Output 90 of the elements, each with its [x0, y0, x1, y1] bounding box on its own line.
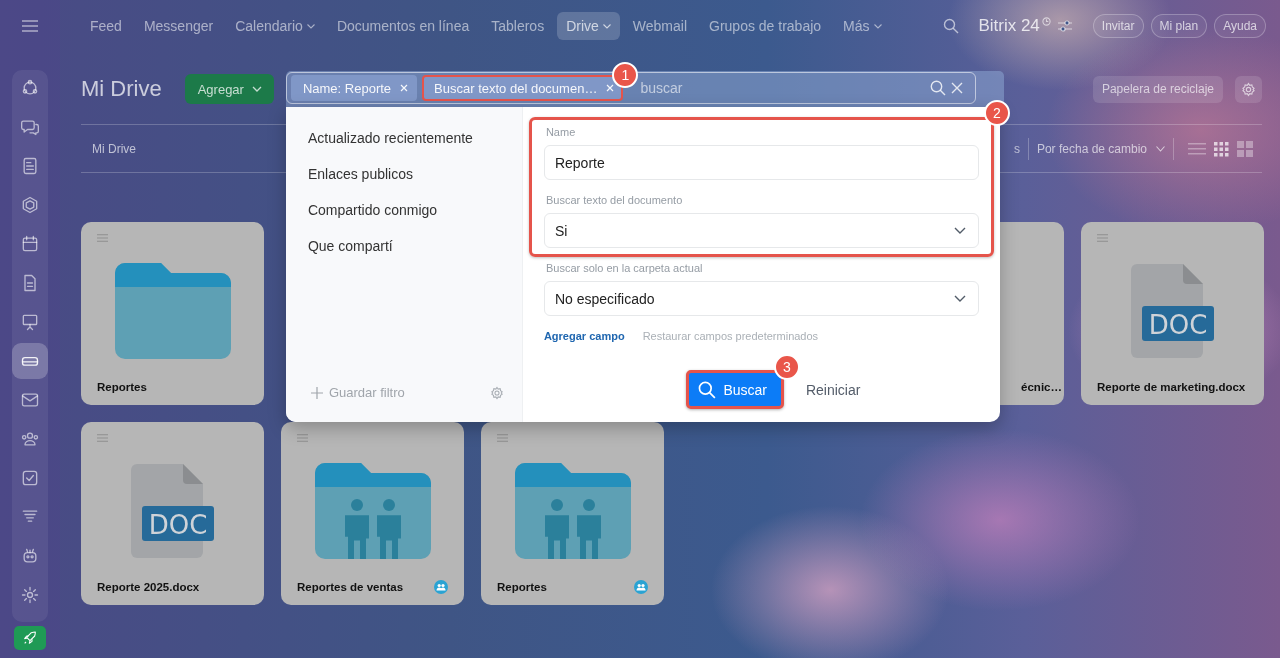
filter-preset[interactable]: Que compartí [307, 228, 522, 264]
file-name: Reportes de ventas [297, 581, 404, 593]
add-field-link[interactable]: Agregar campo [543, 330, 625, 342]
step-badge: 2 [983, 100, 1010, 126]
file-card[interactable]: Reportes [81, 222, 264, 405]
close-icon[interactable] [606, 84, 615, 92]
rocket-icon [22, 630, 38, 646]
field-label: Buscar texto del documento [545, 193, 684, 207]
file-card[interactable]: DOC Reporte 2025.docx [81, 422, 264, 605]
filter-preset[interactable]: Compartido conmigo [307, 192, 522, 228]
close-icon[interactable] [400, 84, 409, 92]
file-name: Reportes [497, 581, 547, 593]
file-name: Reporte 2025.docx [97, 581, 200, 593]
launch-button[interactable] [14, 626, 46, 650]
drag-handle-icon[interactable] [1097, 234, 1108, 242]
breadcrumb[interactable]: Mi Drive [92, 141, 136, 156]
page-title: Mi Drive [81, 76, 162, 102]
save-filter-link[interactable]: Guardar filtro [307, 385, 405, 400]
calendar-icon [20, 234, 40, 254]
nav-tab[interactable]: Calendario [235, 18, 315, 34]
select-value: No especificado [554, 290, 655, 307]
chevron-down-icon [953, 295, 966, 302]
search-input[interactable]: buscar [638, 79, 925, 97]
select-value: Si [554, 222, 568, 239]
file-name: écnic… [1021, 381, 1062, 393]
nav-tab[interactable]: Webmail [632, 18, 687, 34]
search-icon[interactable] [929, 80, 946, 96]
header-button[interactable]: Invitar [1092, 14, 1144, 38]
chip-label: Buscar texto del documen… [434, 80, 598, 96]
shared-folder-icon [314, 462, 431, 559]
text-field[interactable]: Reporte [543, 145, 979, 180]
field-label: Name [545, 125, 577, 139]
plus-icon [310, 386, 323, 399]
search-icon [698, 380, 717, 399]
logo-text: Bitrix 24 [978, 16, 1040, 36]
file-name: Reportes [97, 381, 147, 393]
sort-dropdown[interactable]: Por fecha de cambio [1036, 141, 1165, 156]
clock-icon [1041, 16, 1051, 26]
filter-chip[interactable]: Buscar texto del documen… [422, 75, 624, 101]
filter-preset[interactable]: Enlaces publicos [307, 156, 522, 192]
tile-view-icon[interactable] [1236, 140, 1254, 157]
caret-icon [602, 23, 611, 29]
caret-icon [251, 86, 262, 92]
settings-button[interactable] [1235, 75, 1262, 103]
drag-handle-icon[interactable] [97, 434, 108, 442]
drag-handle-icon[interactable] [97, 234, 108, 242]
search-button[interactable]: Buscar [686, 370, 784, 409]
chip-label: Name: Reporte [302, 80, 392, 96]
nav-tab[interactable]: Documentos en línea [336, 18, 470, 34]
restore-fields-link[interactable]: Restaurar campos predeterminados [642, 330, 819, 342]
file-name: Reporte de marketing.docx [1097, 381, 1246, 393]
filter-chip[interactable]: Name: Reporte [290, 75, 418, 101]
reset-button[interactable]: Reiniciar [805, 370, 861, 409]
drag-handle-icon[interactable] [497, 434, 508, 442]
nav-tab[interactable]: Drive [557, 12, 620, 40]
drag-handle-icon[interactable] [297, 434, 308, 442]
select-field[interactable]: No especificado [543, 281, 979, 316]
step-badge: 3 [773, 354, 800, 380]
caret-icon [1156, 145, 1165, 152]
checkbox-icon [20, 468, 40, 488]
add-button[interactable]: Agregar [184, 74, 274, 104]
nav-tab[interactable]: Messenger [143, 18, 214, 34]
select-field[interactable]: Si [543, 213, 979, 248]
grid-view-icon[interactable] [1212, 140, 1230, 157]
nav-tab[interactable]: Tableros [491, 18, 545, 34]
nav-tab[interactable]: Más [843, 18, 882, 34]
filter-preset[interactable]: Actualizado recientemente [307, 120, 522, 156]
caret-icon [306, 23, 315, 29]
field-label: Buscar solo en la carpeta actual [545, 261, 704, 275]
chevron-down-icon [953, 227, 966, 234]
recycle-bin-button[interactable]: Papelera de reciclaje [1092, 75, 1223, 103]
sidebar-item[interactable] [12, 343, 48, 379]
file-card[interactable]: Reportes [481, 422, 664, 605]
presentation-icon [20, 312, 40, 332]
folder-icon [114, 262, 231, 359]
shared-folder-icon [514, 462, 631, 559]
step-badge: 1 [612, 62, 639, 88]
hexagon-icon [20, 195, 40, 215]
file-card[interactable]: Reportes de ventas [281, 422, 464, 605]
toolbar-text: s [1013, 141, 1020, 156]
sliders-icon[interactable] [1057, 20, 1072, 32]
close-icon[interactable] [950, 82, 963, 94]
nav-tab[interactable]: Feed [90, 18, 122, 34]
header-button[interactable]: Ayuda [1214, 14, 1266, 38]
header-button[interactable]: Mi plan [1150, 14, 1208, 38]
list-view-icon[interactable] [1188, 140, 1206, 157]
nav-tab[interactable]: Grupos de trabajo [709, 18, 822, 34]
caret-icon [873, 23, 882, 29]
file-card[interactable]: DOC Reporte de marketing.docx [1081, 222, 1264, 405]
search-icon[interactable] [943, 18, 960, 34]
